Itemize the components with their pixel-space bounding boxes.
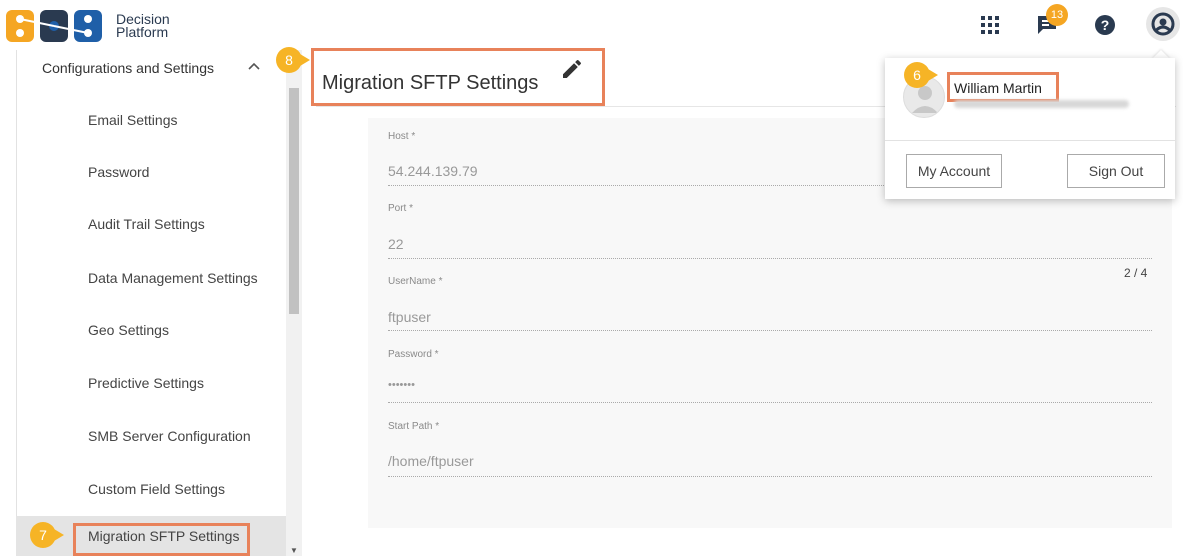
callout-marker-7: 7 <box>30 522 56 548</box>
sidebar-item-label: Email Settings <box>88 112 178 128</box>
password-field-underline <box>388 402 1152 403</box>
sidebar-item-label: Predictive Settings <box>88 375 204 391</box>
logo-text-line2: Platform <box>116 24 169 40</box>
sidebar-group-configurations[interactable]: Configurations and Settings <box>16 50 286 86</box>
sidebar-item-label: Custom Field Settings <box>88 481 225 497</box>
callout-marker-8: 8 <box>276 47 302 73</box>
apps-grid-icon[interactable] <box>975 10 1005 40</box>
host-label: Host * <box>388 131 416 142</box>
sign-out-button[interactable]: Sign Out <box>1067 154 1165 188</box>
page-title: Migration SFTP Settings <box>322 72 539 94</box>
account-dropdown-divider <box>885 140 1175 141</box>
pagination-indicator: 2 / 4 <box>1124 266 1148 280</box>
sidebar-item-label: SMB Server Configuration <box>88 428 251 444</box>
sidebar-item-email-settings[interactable]: Email Settings <box>16 94 286 146</box>
sidebar-item-label: Password <box>88 164 150 180</box>
password-field[interactable]: ••••••• <box>388 379 415 391</box>
sidebar-item-password[interactable]: Password <box>16 146 286 198</box>
callout-marker-6: 6 <box>904 62 930 88</box>
start-path-field-underline <box>388 476 1152 477</box>
start-path-field[interactable]: /home/ftpuser <box>388 453 474 469</box>
user-name: William Martin <box>954 80 1042 96</box>
port-field-underline <box>388 258 1152 259</box>
scrollbar-thumb[interactable] <box>289 88 299 314</box>
sidebar-item-label: Data Management Settings <box>88 270 258 286</box>
sidebar-item-smb-server-configuration[interactable]: SMB Server Configuration <box>16 410 286 462</box>
callout-pointer <box>928 69 938 81</box>
sidebar-item-data-management-settings[interactable]: Data Management Settings <box>16 252 286 304</box>
sidebar-item-geo-settings[interactable]: Geo Settings <box>16 304 286 356</box>
svg-text:?: ? <box>1101 17 1110 33</box>
password-label: Password * <box>388 349 439 360</box>
chevron-up-icon[interactable] <box>248 59 260 73</box>
port-field[interactable]: 22 <box>388 236 404 252</box>
start-path-label: Start Path * <box>388 421 440 432</box>
top-header: Decision Platform 13 ? <box>0 0 1183 50</box>
help-icon[interactable]: ? <box>1090 10 1120 40</box>
highlight-box-sidebar-item <box>73 523 250 556</box>
port-label: Port * <box>388 203 414 214</box>
username-field[interactable]: ftpuser <box>388 309 431 325</box>
logo-text: Decision Platform <box>116 12 170 40</box>
sidebar-item-custom-field-settings[interactable]: Custom Field Settings <box>16 463 286 515</box>
user-email-blurred <box>954 100 1129 108</box>
scroll-down-arrow-icon[interactable]: ▼ <box>290 546 298 555</box>
sidebar-group-label: Configurations and Settings <box>42 60 214 76</box>
sidebar-scrollbar[interactable]: ▼ <box>286 50 302 556</box>
callout-pointer <box>54 529 64 541</box>
callout-pointer <box>300 54 310 66</box>
bdb-logo-mark <box>6 10 102 42</box>
sidebar-item-predictive-settings[interactable]: Predictive Settings <box>16 357 286 409</box>
bdb-logo[interactable]: Decision Platform <box>6 7 171 45</box>
sidebar-item-label: Geo Settings <box>88 322 169 338</box>
host-field[interactable]: 54.244.139.79 <box>388 163 478 179</box>
sidebar-item-label: Audit Trail Settings <box>88 216 205 232</box>
edit-pencil-icon[interactable] <box>560 57 584 81</box>
user-account-icon[interactable] <box>1146 7 1180 41</box>
my-account-button[interactable]: My Account <box>906 154 1002 188</box>
notification-badge[interactable]: 13 <box>1046 4 1068 26</box>
username-label: UserName * <box>388 276 443 287</box>
username-field-underline <box>388 330 1152 331</box>
sidebar-item-audit-trail-settings[interactable]: Audit Trail Settings <box>16 198 286 250</box>
